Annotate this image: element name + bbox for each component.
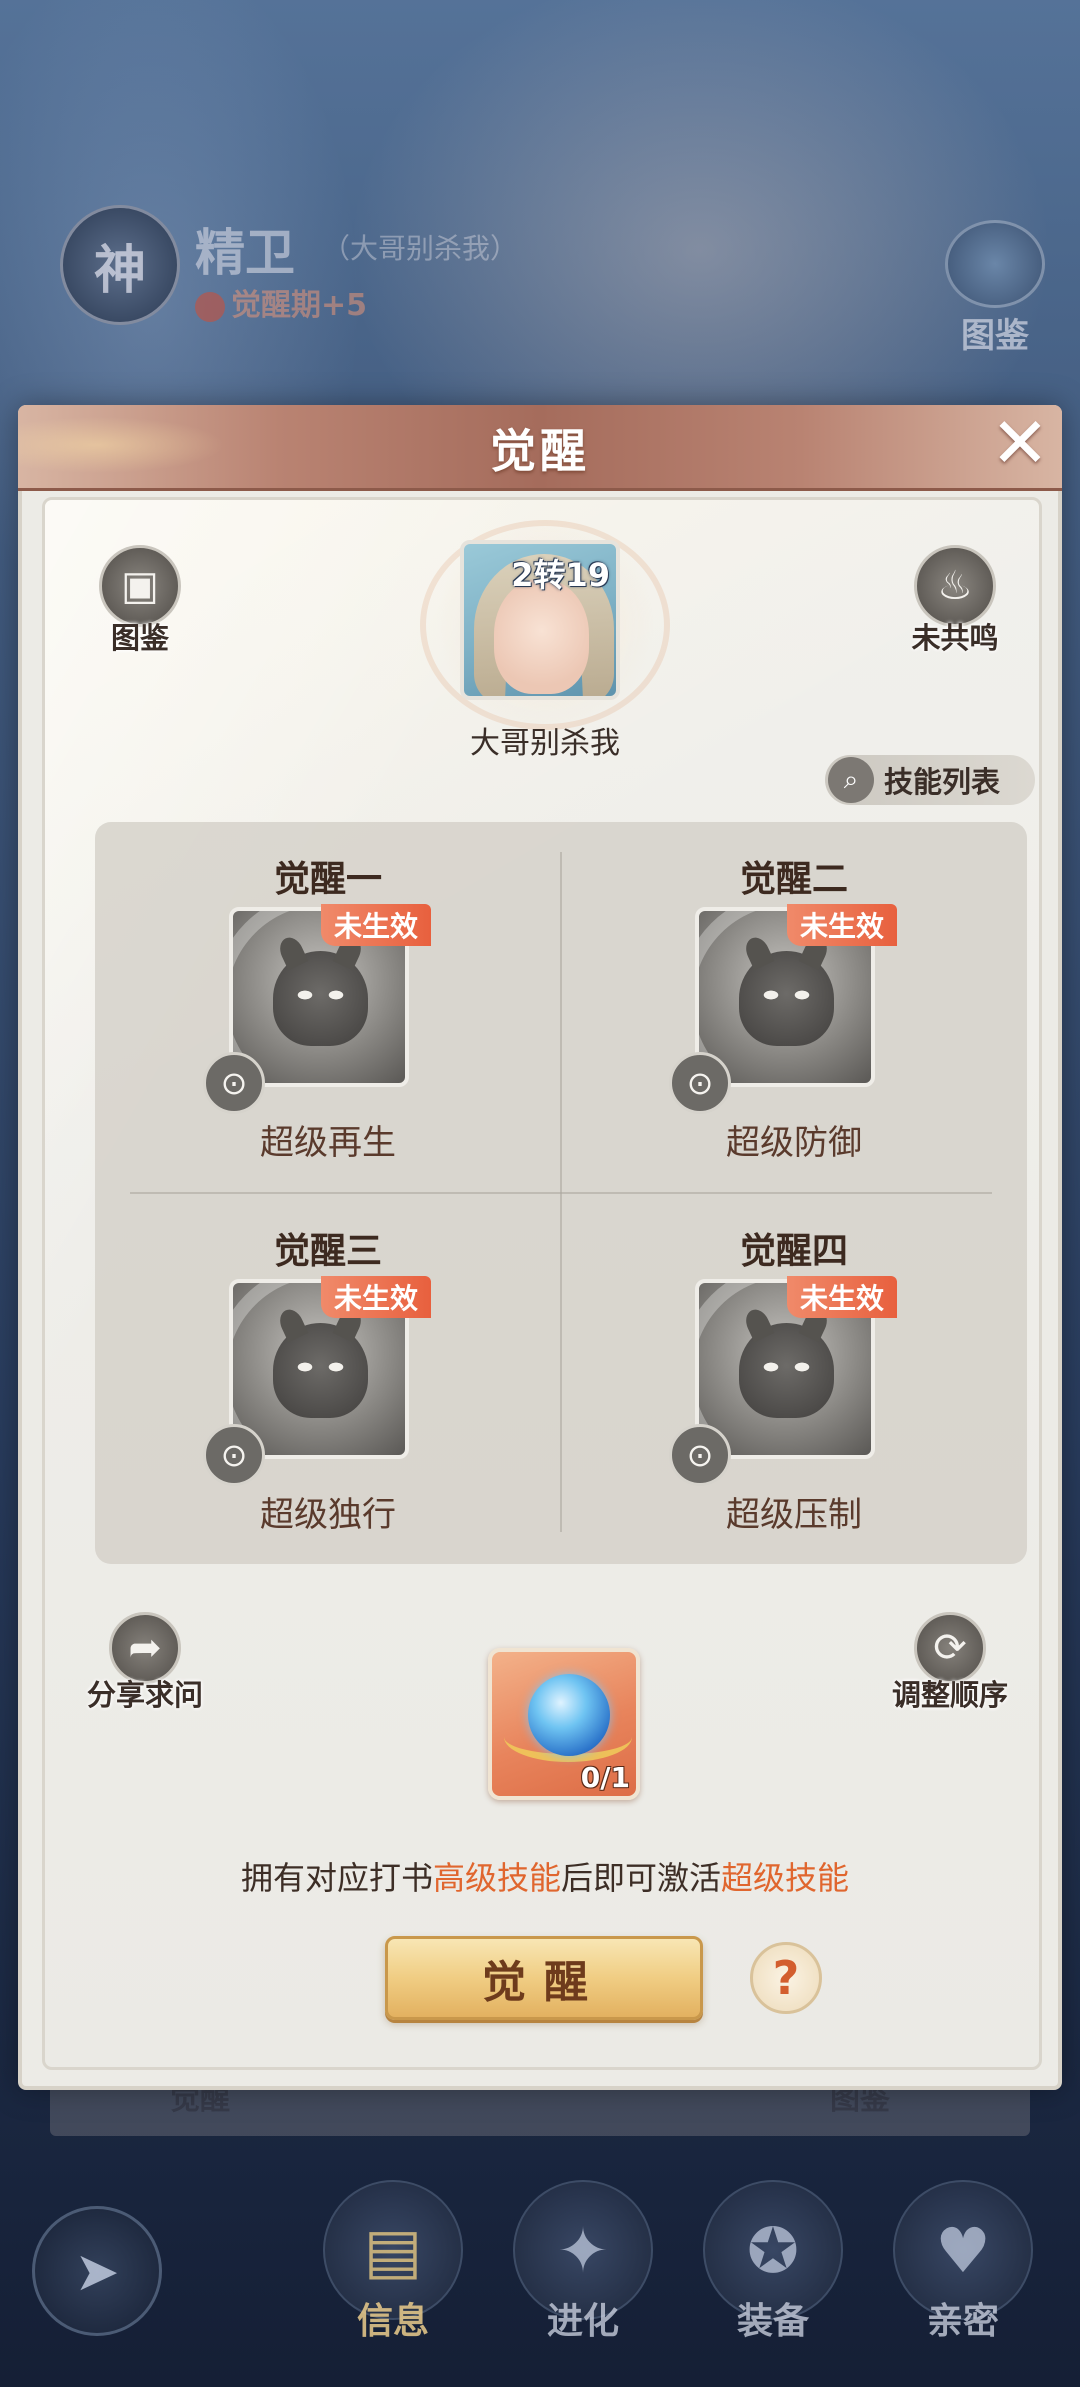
nav-label-info: 信息	[356, 2301, 429, 2342]
resonance-button[interactable]: ♨ 未共鸣	[885, 545, 1025, 657]
resonance-label: 未共鸣	[911, 621, 999, 655]
background-codex-button[interactable]: 图鉴	[940, 220, 1050, 356]
codex-label: 图鉴	[110, 621, 169, 655]
adjust-order-label: 调整顺序	[891, 1678, 1008, 1712]
skill-name: 超级压制	[726, 1495, 862, 1535]
skill-list-button[interactable]: ⌕ 技能列表	[825, 755, 1035, 805]
inactive-badge: 未生效	[787, 1276, 897, 1318]
creature-eyes	[759, 989, 814, 1001]
skill-slot-1[interactable]: 觉醒一 未生效 ⊙ 超级再生	[95, 822, 561, 1192]
inactive-badge: 未生效	[787, 904, 897, 946]
awaken-period: 觉醒期+5	[195, 280, 367, 324]
hero-level: 2转19	[511, 556, 610, 594]
adjust-order-button[interactable]: ⟳ 调整顺序	[880, 1612, 1020, 1714]
hint-part-3: 后即可激活	[561, 1859, 722, 1897]
orb-icon	[528, 1674, 610, 1756]
skill-grid: 觉醒一 未生效 ⊙ 超级再生 觉醒二 未生效 ⊙ 超级防御 觉醒三 未生效 ⊙ …	[95, 822, 1027, 1564]
hero-face	[494, 579, 589, 694]
nav-label-equipment: 装备	[736, 2301, 809, 2342]
skill-name: 超级再生	[260, 1123, 396, 1163]
item-count: 0/1	[580, 1761, 630, 1794]
back-arrow-icon[interactable]: ➤	[32, 2206, 162, 2336]
hint-highlight-super-skill: 超级技能	[721, 1859, 850, 1897]
book-icon	[945, 220, 1045, 308]
nav-item-info[interactable]: ▤ 信息	[318, 2180, 468, 2380]
inactive-badge: 未生效	[321, 904, 431, 946]
skill-title: 觉醒四	[739, 1231, 848, 1272]
creature-eyes	[293, 989, 348, 1001]
hint-highlight-advanced-skill: 高级技能	[432, 1859, 561, 1897]
hero-name: 大哥别杀我	[470, 726, 620, 761]
share-ask-label: 分享求问	[86, 1678, 203, 1712]
awaken-button[interactable]: 觉醒	[385, 1936, 703, 2020]
hero-avatar[interactable]: 2转19	[460, 540, 620, 700]
background-hero-subname: （大哥别杀我）	[322, 232, 519, 265]
close-icon[interactable]: ✕	[982, 402, 1058, 484]
unlock-icon: ⊙	[669, 1052, 731, 1114]
search-icon: ⌕	[828, 757, 874, 803]
skill-slot-2[interactable]: 觉醒二 未生效 ⊙ 超级防御	[561, 822, 1027, 1192]
hint-part-1: 拥有对应打书	[240, 1859, 433, 1897]
inactive-badge: 未生效	[321, 1276, 431, 1318]
awaken-item-slot[interactable]: 0/1	[488, 1648, 640, 1800]
unlock-icon: ⊙	[203, 1052, 265, 1114]
help-icon[interactable]: ?	[750, 1942, 822, 2014]
awaken-dialog: 觉醒 ✕ ▣ 图鉴 ♨ 未共鸣 2转19 大哥别杀我 ⌕ 技能列表 觉醒一 未生…	[18, 402, 1062, 2090]
activation-hint: 拥有对应打书高级技能后即可激活超级技能	[45, 1853, 1039, 1899]
bottom-nav: ➤ ▤ 信息 ✦ 进化 ✪ 装备 ♥ 亲密	[0, 2170, 1080, 2387]
awaken-period-text: 觉醒期+5	[231, 288, 368, 323]
skill-title: 觉醒二	[739, 859, 848, 900]
dialog-content: ▣ 图鉴 ♨ 未共鸣 2转19 大哥别杀我 ⌕ 技能列表 觉醒一 未生效 ⊙ 超…	[42, 497, 1042, 2070]
nav-item-intimacy[interactable]: ♥ 亲密	[888, 2180, 1038, 2380]
nav-label-evolve: 进化	[546, 2301, 619, 2342]
dialog-title-bar: 觉醒 ✕	[18, 402, 1062, 491]
nav-label-intimacy: 亲密	[926, 2301, 999, 2342]
skill-list-label: 技能列表	[884, 765, 1001, 799]
creature-eyes	[759, 1361, 814, 1373]
unlock-icon: ⊙	[203, 1424, 265, 1486]
hero-header-background: 神 精卫 （大哥别杀我） 觉醒期+5	[60, 205, 540, 325]
nav-item-equipment[interactable]: ✪ 装备	[698, 2180, 848, 2380]
share-ask-button[interactable]: ➦ 分享求问	[75, 1612, 215, 1714]
codex-button[interactable]: ▣ 图鉴	[70, 545, 210, 657]
dialog-title: 觉醒	[490, 424, 590, 478]
period-icon	[195, 291, 225, 322]
background-codex-label: 图鉴	[961, 316, 1029, 356]
hero-avatar-block: 2转19 大哥别杀我	[420, 520, 670, 761]
skill-name: 超级独行	[260, 1495, 396, 1535]
skill-title: 觉醒三	[273, 1231, 382, 1272]
skill-slot-3[interactable]: 觉醒三 未生效 ⊙ 超级独行	[95, 1194, 561, 1564]
skill-name: 超级防御	[726, 1123, 862, 1163]
nav-item-evolve[interactable]: ✦ 进化	[508, 2180, 658, 2380]
creature-eyes	[293, 1361, 348, 1373]
skill-title: 觉醒一	[273, 859, 382, 900]
skill-slot-4[interactable]: 觉醒四 未生效 ⊙ 超级压制	[561, 1194, 1027, 1564]
background-hero-name: 精卫	[195, 224, 295, 282]
unlock-icon: ⊙	[669, 1424, 731, 1486]
god-rank-badge: 神	[60, 205, 180, 325]
